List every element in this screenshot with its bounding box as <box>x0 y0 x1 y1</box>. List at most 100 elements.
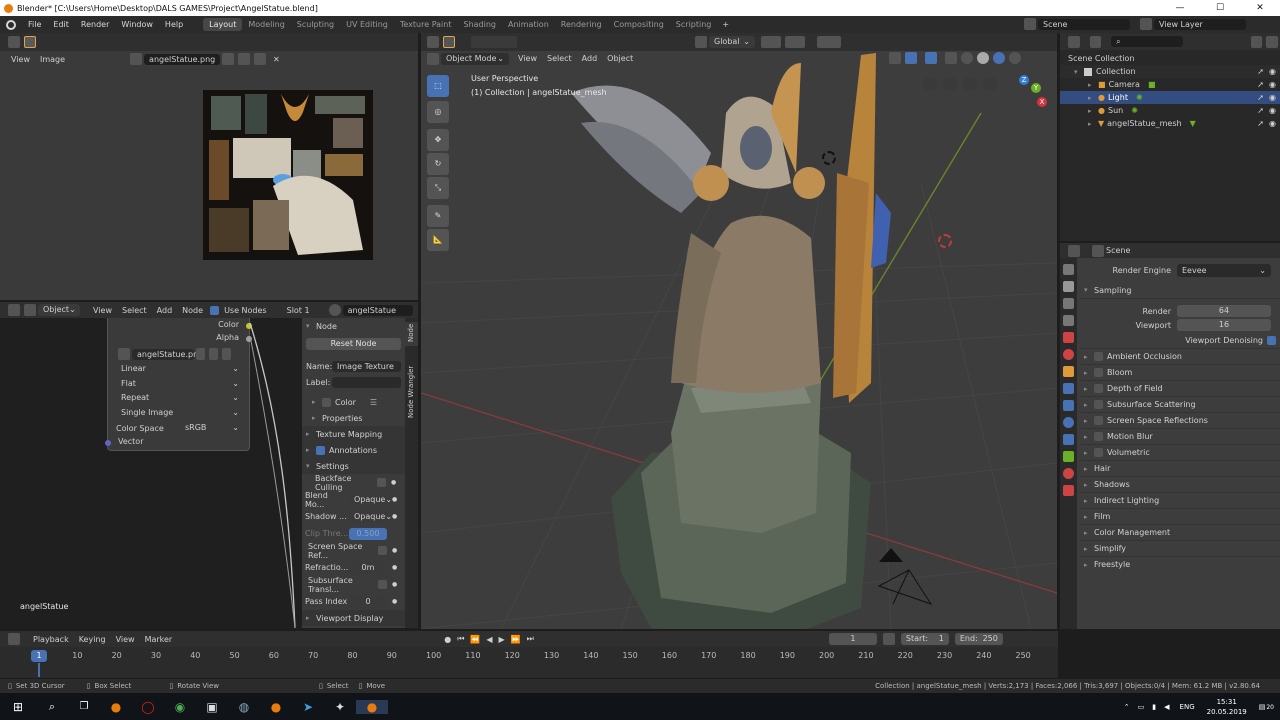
freestyle-panel[interactable]: Freestyle <box>1094 560 1130 569</box>
eye-icon[interactable]: ◉ <box>1269 106 1276 115</box>
particle-tab-icon[interactable] <box>1063 400 1074 411</box>
scale-tool[interactable]: ⤡ <box>427 177 449 199</box>
tab-compositing[interactable]: Compositing <box>608 18 670 31</box>
volumetric-checkbox[interactable] <box>1094 448 1103 457</box>
tab-node-wrangler[interactable]: Node Wrangler <box>405 350 418 422</box>
tray-up-icon[interactable]: ⌃ <box>1120 703 1134 711</box>
texture-tab-icon[interactable] <box>1063 485 1074 496</box>
tab-node[interactable]: Node <box>405 322 418 346</box>
world-tab-icon[interactable] <box>1063 349 1074 360</box>
blender-logo-icon[interactable] <box>6 19 16 30</box>
taskbar-app-chrome-icon[interactable]: ◉ <box>164 700 196 714</box>
eye-icon[interactable]: ◉ <box>1269 67 1276 76</box>
outliner-search-field[interactable]: ⌕ <box>1111 36 1183 47</box>
annotations-panel[interactable]: Annotations <box>329 446 377 455</box>
bloom-checkbox[interactable] <box>1094 368 1103 377</box>
tab-animation[interactable]: Animation <box>502 18 555 31</box>
search-icon[interactable]: ⌕ <box>36 700 68 714</box>
snap-icon[interactable] <box>785 36 805 48</box>
tab-rendering[interactable]: Rendering <box>555 18 608 31</box>
visibility-icon[interactable] <box>889 52 901 64</box>
pan-view-icon[interactable] <box>963 77 977 91</box>
scene-collection-label[interactable]: Scene Collection <box>1068 54 1135 63</box>
view-layer-tab-icon[interactable] <box>1063 315 1074 326</box>
shading-wireframe-icon[interactable] <box>961 52 973 64</box>
name-field[interactable]: Image Texture <box>332 360 401 372</box>
tab-modeling[interactable]: Modeling <box>242 18 290 31</box>
editor-type-icon[interactable] <box>1068 244 1080 257</box>
tab-sculpting[interactable]: Sculpting <box>291 18 340 31</box>
play-reverse-icon[interactable]: ◀ <box>483 635 495 644</box>
socket-vector-input[interactable] <box>105 440 111 446</box>
indirect-lighting-panel[interactable]: Indirect Lighting <box>1094 496 1159 505</box>
sampling-panel[interactable]: Sampling <box>1094 286 1131 295</box>
zoom-view-icon[interactable] <box>983 77 997 91</box>
move-tool[interactable]: ✥ <box>427 129 449 151</box>
modifier-tab-icon[interactable] <box>1063 383 1074 394</box>
hair-panel[interactable]: Hair <box>1094 464 1110 473</box>
eye-icon[interactable]: ◉ <box>1269 119 1276 128</box>
menu-file[interactable]: File <box>22 20 47 29</box>
pass-index-field[interactable]: 0 <box>349 595 387 608</box>
motion-blur-panel[interactable]: Motion Blur <box>1107 432 1153 441</box>
physics-tab-icon[interactable] <box>1063 417 1074 428</box>
axis-z-icon[interactable]: Z <box>1019 75 1029 85</box>
axis-y-icon[interactable]: Y <box>1031 83 1041 93</box>
rotate-tool[interactable]: ↻ <box>427 153 449 175</box>
volumetric-panel[interactable]: Volumetric <box>1107 448 1150 457</box>
notifications-icon[interactable]: ▤20 <box>1253 703 1280 711</box>
viewport-samples-field[interactable]: 16 <box>1177 319 1271 331</box>
output-tab-icon[interactable] <box>1063 298 1074 309</box>
pivot-icon[interactable] <box>761 36 781 48</box>
node-image-browse-icon[interactable] <box>118 348 130 360</box>
eye-icon[interactable]: ◉ <box>1269 80 1276 89</box>
film-panel[interactable]: Film <box>1094 512 1110 521</box>
scene-field[interactable]: Scene <box>1038 18 1130 30</box>
tab-uv-editing[interactable]: UV Editing <box>340 18 394 31</box>
measure-tool[interactable]: 📐 <box>427 229 449 251</box>
language-indicator[interactable]: ENG <box>1174 703 1201 711</box>
image-view-menu[interactable]: View <box>6 55 35 64</box>
gizmo-toggle-icon[interactable] <box>905 52 917 64</box>
camera-object-icon[interactable] <box>873 548 935 606</box>
tray-folder-icon[interactable]: ▭ <box>1134 703 1149 711</box>
record-icon[interactable]: ● <box>441 635 454 644</box>
3d-cursor-icon[interactable] <box>938 234 952 248</box>
viewport-display-panel[interactable]: Viewport Display <box>316 614 383 623</box>
image-browse-icon[interactable] <box>130 53 143 65</box>
dof-checkbox[interactable] <box>1094 384 1103 393</box>
properties-subpanel[interactable]: Properties <box>322 414 362 423</box>
select-mode-icon[interactable] <box>471 36 517 48</box>
proportional-edit-icon[interactable] <box>817 36 841 48</box>
shader-type-dropdown[interactable]: Object ⌄ <box>38 304 80 316</box>
render-samples-field[interactable]: 64 <box>1177 305 1271 317</box>
next-key-icon[interactable]: ⏩ <box>508 635 524 644</box>
frame-ruler[interactable]: 10 20 30 40 50 60 70 80 90 100 110 120 130 140 150 160 1… <box>0 649 1058 665</box>
data-tab-icon[interactable] <box>1063 451 1074 462</box>
color-subpanel[interactable]: Color <box>335 398 356 407</box>
tab-scripting[interactable]: Scripting <box>670 18 718 31</box>
outliner-item-light[interactable]: ▸ ● Light ✺ ➚ ◉ <box>1060 91 1280 104</box>
clock-time[interactable]: 15:31 <box>1207 697 1247 707</box>
image-name-field[interactable]: angelStatue.png <box>144 53 221 65</box>
select-box-tool[interactable]: ⬚ <box>427 75 449 97</box>
select-tool-icon[interactable] <box>24 36 36 48</box>
unlink-image-icon[interactable]: ✕ <box>268 55 285 64</box>
cursor-tool[interactable]: ◎ <box>427 101 449 123</box>
shadow-mode-dropdown[interactable]: Opaque ⌄ <box>349 510 392 523</box>
taskbar-app-blender-icon[interactable]: ● <box>100 700 132 714</box>
select-arrow-icon[interactable]: ➚ <box>1257 80 1264 89</box>
menu-render[interactable]: Render <box>75 20 115 29</box>
tool-tab-icon[interactable] <box>1063 264 1074 275</box>
editor-type-icon[interactable] <box>8 36 20 48</box>
node-add-menu[interactable]: Add <box>152 306 178 315</box>
xray-icon[interactable] <box>945 52 957 64</box>
image-image-menu[interactable]: Image <box>35 55 70 64</box>
blend-mode-dropdown[interactable]: Opaque ⌄ <box>349 493 392 506</box>
3d-viewport[interactable]: Global ⌄ Object Mode ⌄ View Select Add Obj… <box>421 33 1057 629</box>
marker-menu[interactable]: Marker <box>140 635 178 644</box>
backface-culling-checkbox[interactable] <box>377 478 386 487</box>
overlay-toggle-icon[interactable] <box>925 52 937 64</box>
orientation-dropdown[interactable]: Global ⌄ <box>709 36 755 48</box>
outliner-item-camera[interactable]: ▸ ■ Camera ■ ➚ ◉ <box>1060 78 1280 91</box>
